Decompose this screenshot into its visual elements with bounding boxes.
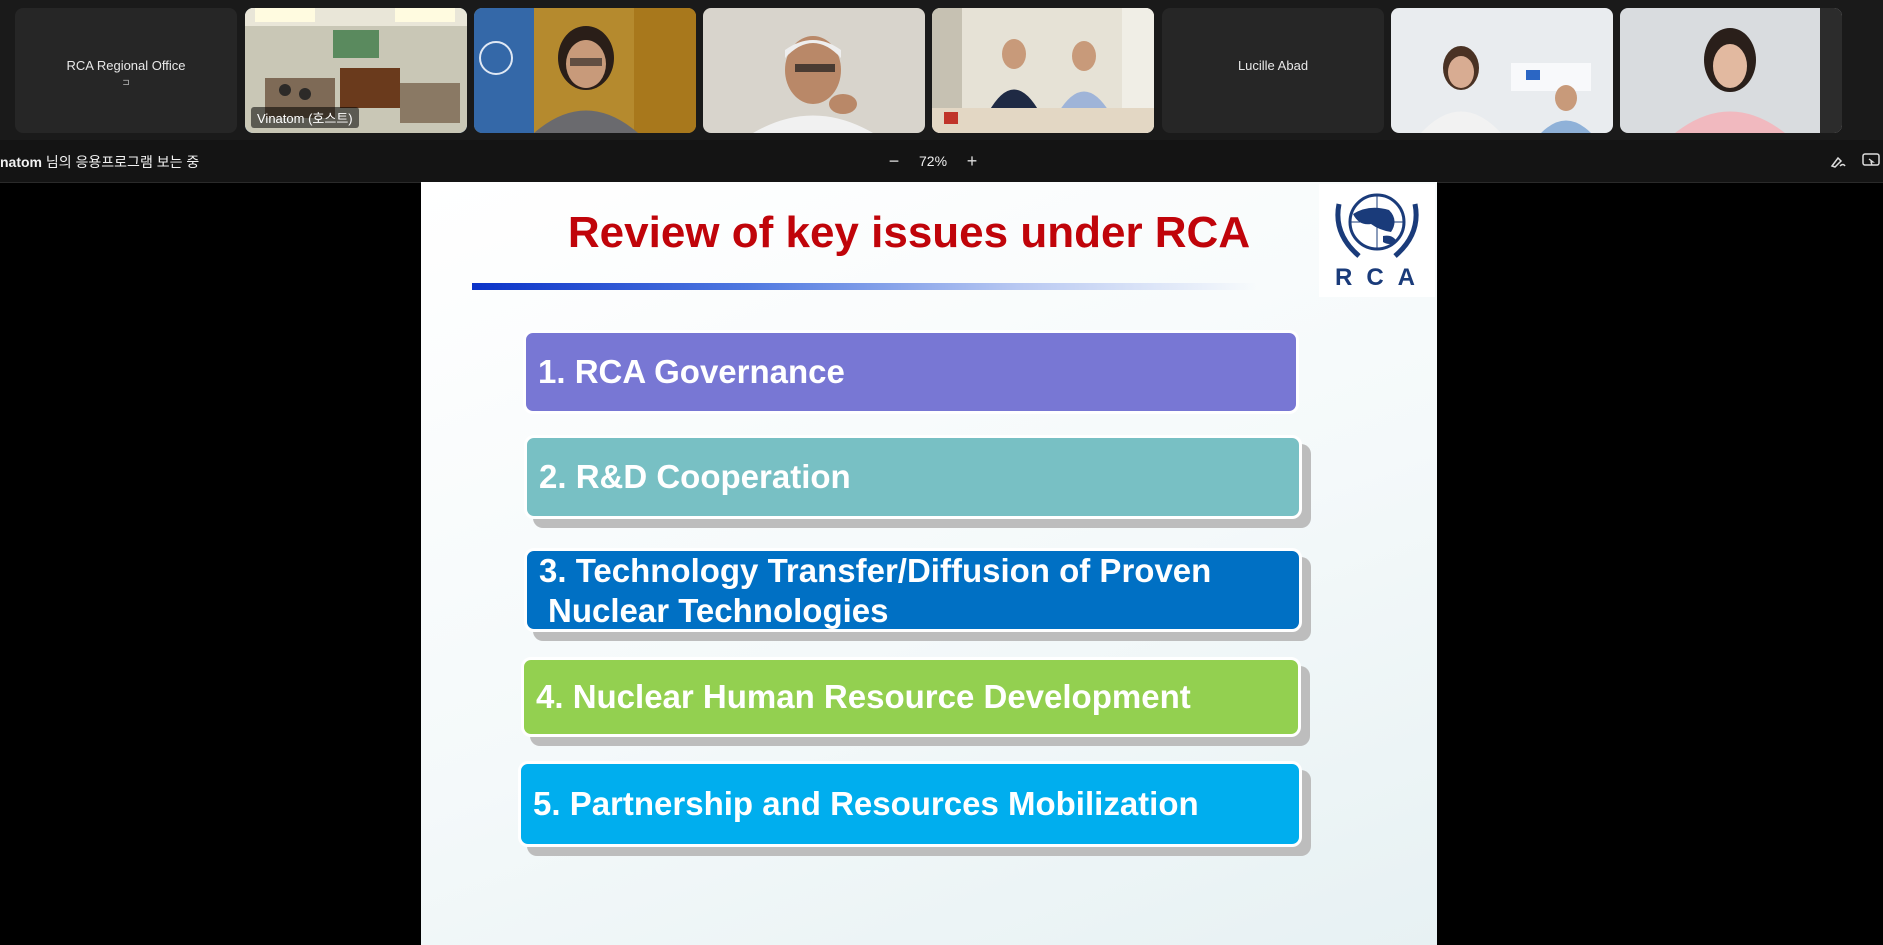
participant-name: Lucille Abad: [1237, 58, 1309, 73]
participant-tile-7[interactable]: [1391, 8, 1613, 133]
issue-label: 5. Partnership and Resources Mobilizatio…: [533, 785, 1199, 822]
video-feed-office-pair: [1391, 8, 1613, 133]
share-suffix: 님의 응용프로그램 보는 중: [42, 154, 200, 170]
annotate-icon[interactable]: [1828, 151, 1848, 171]
issue-technology-transfer: 3. Technology Transfer/Diffusion of Prov…: [524, 548, 1302, 632]
rca-logo-text: RCA: [1335, 264, 1429, 291]
video-feed-two-people: [932, 8, 1154, 133]
slide-title: Review of key issues under RCA: [567, 208, 1251, 257]
participant-tile-4[interactable]: [703, 8, 925, 133]
issue-label: 2. R&D Cooperation: [539, 458, 851, 495]
video-feed-speaker-woman: [474, 8, 696, 133]
zoom-control: − 72% +: [885, 150, 981, 172]
participant-strip: RCA Regional Office ⊐ Vinatom (호스트) Luci…: [0, 0, 1883, 140]
video-feed-woman-pink: [1620, 8, 1842, 133]
participant-name: Vinatom (호스트): [251, 107, 359, 128]
title-underline: [472, 283, 1257, 290]
issue-label: 1. RCA Governance: [538, 353, 845, 390]
mic-muted-icon: ⊐: [122, 78, 130, 88]
issue-rd-cooperation: 2. R&D Cooperation: [524, 435, 1302, 519]
issue-label: 4. Nuclear Human Resource Development: [536, 678, 1191, 715]
participant-tile-lucille[interactable]: Lucille Abad: [1162, 8, 1384, 133]
issue-label: 3. Technology Transfer/Diffusion of Prov…: [539, 552, 1212, 589]
remote-control-icon[interactable]: [1861, 151, 1881, 171]
participant-tile-5[interactable]: [932, 8, 1154, 133]
video-feed-man: [703, 8, 925, 133]
zoom-in-button[interactable]: +: [963, 151, 981, 171]
issue-label-line-2: Nuclear Technologies: [548, 592, 889, 629]
participant-tile-vinatom[interactable]: Vinatom (호스트): [245, 8, 467, 133]
rca-logo: RCA: [1319, 184, 1435, 297]
zoom-level: 72%: [919, 153, 948, 169]
share-status-text: natom 님의 응용프로그램 보는 중: [0, 152, 199, 172]
participant-name: RCA Regional Office: [66, 58, 186, 73]
participant-tile-rca-office[interactable]: RCA Regional Office ⊐: [15, 8, 237, 133]
shared-slide: Review of key issues under RCA RCA 1. RC…: [421, 182, 1437, 945]
issue-nuclear-hr-development: 4. Nuclear Human Resource Development: [521, 657, 1301, 737]
issue-partnership-resources: 5. Partnership and Resources Mobilizatio…: [518, 761, 1302, 847]
issue-rca-governance: 1. RCA Governance: [523, 330, 1299, 414]
participant-tile-8[interactable]: [1620, 8, 1842, 133]
participant-tile-3[interactable]: [474, 8, 696, 133]
zoom-out-button[interactable]: −: [885, 151, 903, 171]
share-toolbar: natom 님의 응용프로그램 보는 중 − 72% +: [0, 140, 1883, 183]
share-owner: natom: [0, 154, 42, 170]
